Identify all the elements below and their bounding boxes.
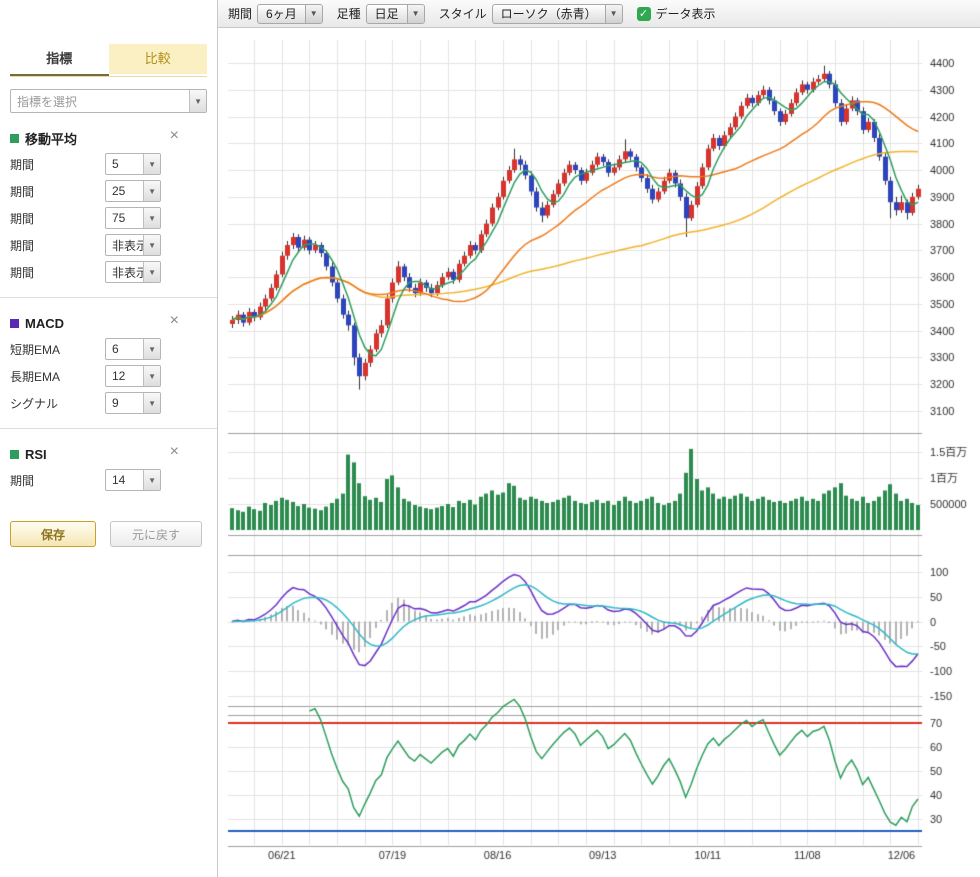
chevron-down-icon: ▼	[143, 393, 160, 413]
row-label: 期間	[10, 156, 105, 173]
section-header-moving-average: 移動平均 ×	[10, 129, 207, 147]
section-title-moving-average: 移動平均	[25, 129, 77, 148]
select-value: 5	[106, 157, 119, 171]
indicator-select-value: 指標を選択	[11, 93, 77, 110]
row-label: 期間	[10, 472, 105, 489]
close-icon[interactable]: ×	[170, 312, 179, 330]
section-header-rsi: RSI ×	[10, 445, 207, 463]
bartype-dropdown-value: 日足	[367, 5, 407, 22]
select-value: 9	[106, 396, 119, 410]
data-display-label: データ表示	[656, 5, 716, 22]
row-label: 期間	[10, 183, 105, 200]
style-dropdown[interactable]: ローソク（赤青） ▼	[492, 4, 623, 24]
bartype-label: 足種	[337, 5, 361, 22]
macd-signal-row: シグナル 9 ▼	[10, 392, 207, 414]
indicator-bullet	[10, 319, 19, 328]
section-title-macd: MACD	[25, 316, 64, 331]
ma-period-row-5: 期間 非表示 ▼	[10, 261, 207, 283]
data-display-checkbox[interactable]: ✓	[637, 7, 651, 21]
section-header-macd: MACD ×	[10, 314, 207, 332]
ma-period-1-select[interactable]: 5 ▼	[105, 153, 161, 175]
macd-signal-select[interactable]: 9 ▼	[105, 392, 161, 414]
select-value: 12	[106, 369, 125, 383]
chevron-down-icon: ▼	[605, 5, 622, 23]
indicator-sidebar: 指標 比較 指標を選択 ▼ 移動平均 × 期間 5 ▼ 期間 25 ▼	[0, 0, 218, 877]
chevron-down-icon: ▼	[305, 5, 322, 23]
chart-toolbar: 期間 6ヶ月 ▼ 足種 日足 ▼ スタイル ローソク（赤青） ▼ ✓ データ表示	[218, 0, 980, 28]
chevron-down-icon: ▼	[143, 208, 160, 228]
chevron-down-icon: ▼	[143, 181, 160, 201]
chevron-down-icon: ▼	[143, 339, 160, 359]
macd-slow-row: 長期EMA 12 ▼	[10, 365, 207, 387]
stock-chart-app: 指標 比較 指標を選択 ▼ 移動平均 × 期間 5 ▼ 期間 25 ▼	[0, 0, 980, 877]
chevron-down-icon: ▼	[407, 5, 424, 23]
ma-period-row-2: 期間 25 ▼	[10, 180, 207, 202]
period-dropdown[interactable]: 6ヶ月 ▼	[257, 4, 323, 24]
select-value: 14	[106, 473, 125, 487]
section-divider	[0, 428, 217, 429]
ma-period-2-select[interactable]: 25 ▼	[105, 180, 161, 202]
ma-period-row-4: 期間 非表示 ▼	[10, 234, 207, 256]
style-dropdown-value: ローソク（赤青）	[493, 5, 605, 22]
ma-period-4-select[interactable]: 非表示 ▼	[105, 234, 161, 256]
period-label: 期間	[228, 5, 252, 22]
ma-period-5-select[interactable]: 非表示 ▼	[105, 261, 161, 283]
period-dropdown-value: 6ヶ月	[258, 5, 305, 22]
select-value: 6	[106, 342, 119, 356]
chevron-down-icon: ▼	[143, 366, 160, 386]
ma-period-row-3: 期間 75 ▼	[10, 207, 207, 229]
close-icon[interactable]: ×	[170, 443, 179, 461]
style-label: スタイル	[439, 5, 487, 22]
tab-indicators[interactable]: 指標	[10, 44, 109, 76]
chevron-down-icon: ▼	[143, 154, 160, 174]
select-value: 25	[106, 184, 125, 198]
section-title-rsi: RSI	[25, 447, 47, 462]
row-label: シグナル	[10, 395, 105, 412]
row-label: 長期EMA	[10, 368, 105, 385]
select-value: 非表示	[106, 264, 143, 281]
indicator-bullet	[10, 134, 19, 143]
ma-period-3-select[interactable]: 75 ▼	[105, 207, 161, 229]
section-divider	[0, 297, 217, 298]
row-label: 期間	[10, 237, 105, 254]
chevron-down-icon: ▼	[143, 470, 160, 490]
indicator-select[interactable]: 指標を選択 ▼	[10, 89, 207, 113]
macd-fast-ema-select[interactable]: 6 ▼	[105, 338, 161, 360]
rsi-period-row: 期間 14 ▼	[10, 469, 207, 491]
chevron-down-icon: ▼	[189, 90, 206, 112]
stock-chart-canvas[interactable]	[218, 28, 980, 877]
tab-compare[interactable]: 比較	[109, 44, 208, 74]
row-label: 短期EMA	[10, 341, 105, 358]
chevron-down-icon: ▼	[143, 235, 160, 255]
row-label: 期間	[10, 264, 105, 281]
rsi-period-select[interactable]: 14 ▼	[105, 469, 161, 491]
row-label: 期間	[10, 210, 105, 227]
sidebar-tabs: 指標 比較	[10, 44, 207, 77]
close-icon[interactable]: ×	[170, 127, 179, 145]
ma-period-row-1: 期間 5 ▼	[10, 153, 207, 175]
chevron-down-icon: ▼	[143, 262, 160, 282]
indicator-bullet	[10, 450, 19, 459]
macd-slow-ema-select[interactable]: 12 ▼	[105, 365, 161, 387]
save-button[interactable]: 保存	[10, 521, 96, 547]
sidebar-buttons: 保存 元に戻す	[10, 521, 207, 547]
bartype-dropdown[interactable]: 日足 ▼	[366, 4, 425, 24]
select-value: 75	[106, 211, 125, 225]
select-value: 非表示	[106, 237, 143, 254]
macd-fast-row: 短期EMA 6 ▼	[10, 338, 207, 360]
reset-button[interactable]: 元に戻す	[110, 521, 202, 547]
